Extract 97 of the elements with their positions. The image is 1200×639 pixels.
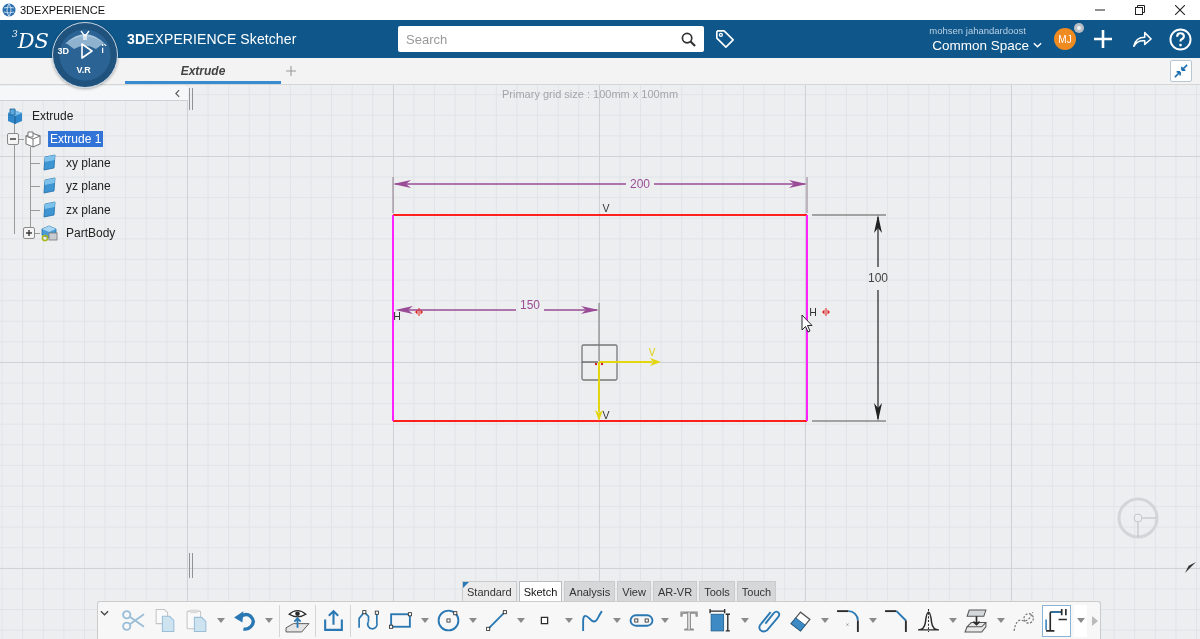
splitter-handle[interactable] bbox=[189, 553, 193, 578]
plus-icon bbox=[286, 66, 296, 76]
plane-icon bbox=[40, 177, 58, 196]
caret-icon bbox=[1076, 618, 1085, 623]
app-title: 3DEXPERIENCE Sketcher bbox=[127, 31, 297, 47]
restore-icon bbox=[1135, 5, 1145, 15]
tag-icon bbox=[715, 29, 735, 49]
line-icon bbox=[484, 608, 510, 633]
caret-icon bbox=[820, 618, 829, 623]
expand-toggle-icon[interactable] bbox=[23, 227, 35, 240]
body-icon bbox=[40, 224, 58, 243]
caret-icon bbox=[868, 618, 877, 623]
info-icon bbox=[99, 42, 107, 54]
symmetry-icon bbox=[916, 608, 942, 633]
constraint-label: V bbox=[602, 409, 610, 421]
constraint-marker-icon bbox=[415, 307, 423, 317]
tree-item[interactable]: zx plane bbox=[64, 201, 113, 218]
dimension-value[interactable]: 200 bbox=[630, 177, 650, 191]
compass-label: V.R bbox=[76, 64, 91, 75]
share-arrow-icon bbox=[1132, 29, 1152, 49]
chamfer-icon bbox=[884, 608, 910, 633]
caret-icon bbox=[217, 618, 226, 623]
circle-icon bbox=[436, 608, 462, 633]
sketch-rectangle[interactable] bbox=[392, 214, 808, 422]
tree-item[interactable]: yz plane bbox=[64, 178, 113, 195]
caret-icon bbox=[948, 618, 957, 623]
space-selector[interactable]: Common Space bbox=[932, 36, 1042, 54]
caret-icon bbox=[516, 618, 525, 623]
eraser-icon bbox=[788, 608, 814, 633]
caret-icon bbox=[265, 618, 274, 623]
plane-icon bbox=[40, 200, 58, 219]
axis-label: V bbox=[648, 347, 656, 358]
caret-icon bbox=[613, 618, 621, 623]
close-icon bbox=[1175, 5, 1185, 15]
origin-point-icon bbox=[594, 362, 604, 366]
tree-item[interactable]: PartBody bbox=[64, 225, 118, 242]
profile-icon bbox=[356, 608, 382, 633]
tree-item[interactable]: Extrude bbox=[30, 107, 76, 124]
tree-item[interactable]: Extrude 1 bbox=[48, 131, 104, 148]
chevron-down-icon bbox=[1033, 42, 1042, 48]
collapse-toggle-icon[interactable] bbox=[7, 133, 19, 146]
tree-item[interactable]: xy plane bbox=[64, 154, 113, 171]
rounded-corner-icon bbox=[836, 608, 862, 633]
dimension-value[interactable]: 100 bbox=[868, 271, 888, 285]
dimension-value[interactable]: 150 bbox=[520, 298, 540, 312]
section-tab[interactable]: View bbox=[617, 581, 651, 601]
feature-icon bbox=[24, 130, 42, 149]
section-tab[interactable]: Tools bbox=[699, 581, 735, 601]
search-field[interactable]: Search bbox=[398, 26, 704, 52]
user-name: mohsen jahandardoost bbox=[929, 24, 1026, 37]
axis-arrow[interactable] bbox=[598, 358, 661, 366]
help-icon bbox=[1168, 27, 1192, 51]
caret-icon bbox=[661, 618, 670, 623]
chevron-left-icon bbox=[174, 88, 180, 98]
caret-icon bbox=[996, 618, 1005, 623]
corner-arrow-icon[interactable] bbox=[1185, 562, 1196, 573]
section-tab[interactable]: Sketch bbox=[518, 581, 563, 601]
plane-icon bbox=[40, 153, 58, 172]
mouse-pointer-icon bbox=[801, 314, 813, 333]
constraint-label: H bbox=[393, 310, 401, 322]
paperclip-icon bbox=[756, 608, 782, 633]
constraint-label: V bbox=[602, 202, 610, 214]
part-icon bbox=[6, 106, 24, 125]
caret-icon bbox=[420, 618, 429, 623]
origin-frame[interactable] bbox=[581, 344, 618, 381]
axis-arrow[interactable] bbox=[595, 361, 603, 421]
section-tab[interactable]: Touch bbox=[736, 581, 777, 601]
compass-top-segment[interactable] bbox=[64, 33, 105, 49]
dimension-line[interactable] bbox=[395, 302, 600, 346]
grid-size-label: Primary grid size : 100mm x 100mm bbox=[502, 88, 679, 100]
scissors-icon bbox=[121, 608, 147, 633]
dimension-line[interactable] bbox=[811, 214, 887, 422]
constraint-icon bbox=[1044, 608, 1070, 633]
eye-plane-icon bbox=[284, 608, 310, 633]
caret-icon bbox=[564, 618, 573, 623]
compass-label: 3D bbox=[57, 45, 69, 56]
splitter-handle[interactable] bbox=[189, 88, 193, 110]
globe-app-icon bbox=[2, 3, 16, 17]
triangle-right-icon bbox=[1092, 615, 1099, 626]
section-tab[interactable]: Analysis bbox=[564, 581, 616, 601]
person-icon bbox=[78, 28, 91, 41]
status-badge-icon bbox=[1074, 23, 1084, 33]
constraint-label: H bbox=[809, 306, 817, 318]
projection-icon bbox=[964, 608, 990, 633]
constraint-marker-icon bbox=[822, 307, 830, 317]
dimension-line[interactable] bbox=[392, 176, 808, 214]
window-title: 3DEXPERIENCE bbox=[20, 4, 105, 16]
caret-icon bbox=[740, 618, 749, 623]
search-icon[interactable] bbox=[681, 31, 696, 47]
caret-icon bbox=[468, 618, 477, 623]
exit-fullscreen-button[interactable] bbox=[1170, 60, 1192, 82]
section-tab[interactable]: AR-VR bbox=[652, 581, 698, 601]
constraint-button[interactable] bbox=[1042, 604, 1071, 637]
plus-icon bbox=[1093, 29, 1113, 49]
collapse-arrows-icon bbox=[1174, 64, 1188, 78]
section-tab[interactable]: Standard bbox=[462, 581, 517, 601]
chevron-down-icon bbox=[100, 609, 110, 616]
